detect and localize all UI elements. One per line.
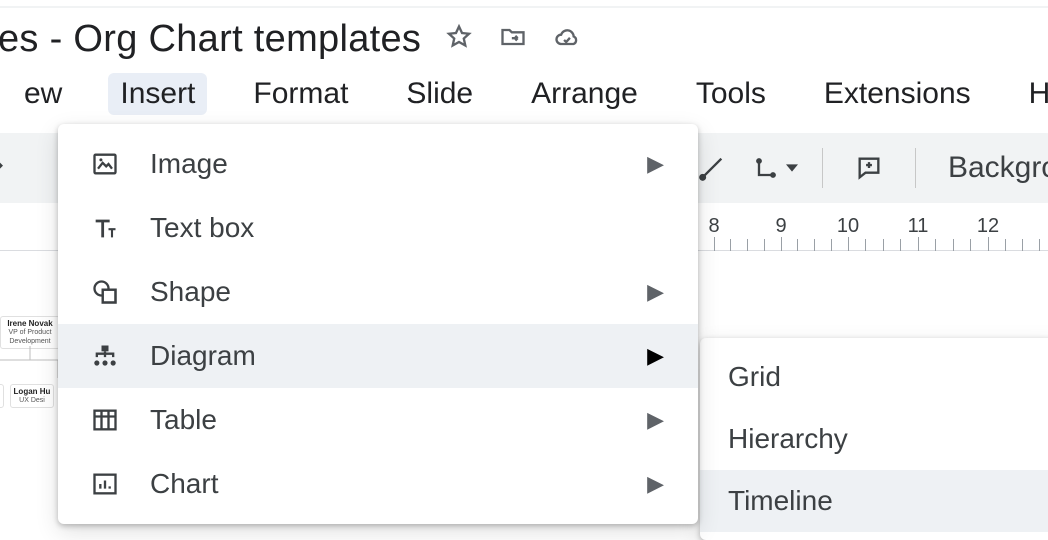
diagram-icon <box>88 342 122 370</box>
menu-extensions[interactable]: Extensions <box>812 73 983 115</box>
menu-view[interactable]: ew <box>12 73 74 115</box>
cloud-status-icon[interactable] <box>553 23 581 56</box>
menu-item-label: Chart <box>150 468 619 500</box>
title-bar: es - Org Chart templates <box>0 6 1048 67</box>
table-icon <box>88 406 122 434</box>
menu-format[interactable]: Format <box>241 73 360 115</box>
submenu-item-label: Timeline <box>728 485 833 517</box>
image-icon <box>88 150 122 178</box>
menu-item-label: Text box <box>150 212 664 244</box>
org-card: Logan Hu UX Desi <box>10 384 54 408</box>
menu-item-image[interactable]: Image ▶ <box>58 132 698 196</box>
connector-tool[interactable] <box>752 146 798 190</box>
menu-slide[interactable]: Slide <box>394 73 485 115</box>
document-title[interactable]: es - Org Chart templates <box>0 18 421 61</box>
org-card: Kim anager <box>0 384 4 408</box>
redo-button[interactable] <box>0 146 14 190</box>
move-folder-icon[interactable] <box>499 23 527 56</box>
toolbar-separator <box>915 148 916 188</box>
menu-insert[interactable]: Insert <box>108 73 207 115</box>
submenu-item-label: Grid <box>728 361 781 393</box>
text-box-icon <box>88 214 122 242</box>
background-button[interactable]: Backgro <box>948 151 1048 185</box>
menu-help[interactable]: Help <box>1017 73 1048 115</box>
add-comment-button[interactable] <box>847 146 891 190</box>
ruler-tick: 8 <box>708 215 719 238</box>
menu-item-table[interactable]: Table ▶ <box>58 388 698 452</box>
menu-item-chart[interactable]: Chart ▶ <box>58 452 698 516</box>
submenu-item-hierarchy[interactable]: Hierarchy <box>700 408 1048 470</box>
submenu-item-grid[interactable]: Grid <box>700 346 1048 408</box>
diagram-submenu: Grid Hierarchy Timeline <box>700 338 1048 540</box>
menu-item-label: Diagram <box>150 340 619 372</box>
submenu-arrow-icon: ▶ <box>647 151 664 177</box>
menu-tools[interactable]: Tools <box>684 73 778 115</box>
submenu-arrow-icon: ▶ <box>647 407 664 433</box>
ruler-tick: 10 <box>837 215 859 238</box>
menu-item-label: Table <box>150 404 619 436</box>
submenu-arrow-icon: ▶ <box>647 471 664 497</box>
menu-item-label: Shape <box>150 276 619 308</box>
chart-icon <box>88 470 122 498</box>
menu-item-shape[interactable]: Shape ▶ <box>58 260 698 324</box>
ruler-tick: 9 <box>775 215 786 238</box>
menu-bar: ew Insert Format Slide Arrange Tools Ext… <box>0 67 1048 125</box>
menu-arrange[interactable]: Arrange <box>519 73 650 115</box>
org-card: Irene Novak VP of Product Development <box>0 316 60 349</box>
toolbar-separator <box>822 148 823 188</box>
submenu-item-label: Hierarchy <box>728 423 848 455</box>
ruler-tick: 11 <box>908 215 929 238</box>
menu-item-diagram[interactable]: Diagram ▶ <box>58 324 698 388</box>
ruler-tick: 12 <box>977 215 999 238</box>
menu-item-text-box[interactable]: Text box <box>58 196 698 260</box>
submenu-arrow-icon: ▶ <box>647 343 664 369</box>
shape-icon <box>88 278 122 306</box>
submenu-item-timeline[interactable]: Timeline <box>700 470 1048 532</box>
star-icon[interactable] <box>445 23 473 56</box>
menu-item-label: Image <box>150 148 619 180</box>
insert-menu-dropdown: Image ▶ Text box Shape ▶ Diagram ▶ Table… <box>58 124 698 524</box>
submenu-arrow-icon: ▶ <box>647 279 664 305</box>
